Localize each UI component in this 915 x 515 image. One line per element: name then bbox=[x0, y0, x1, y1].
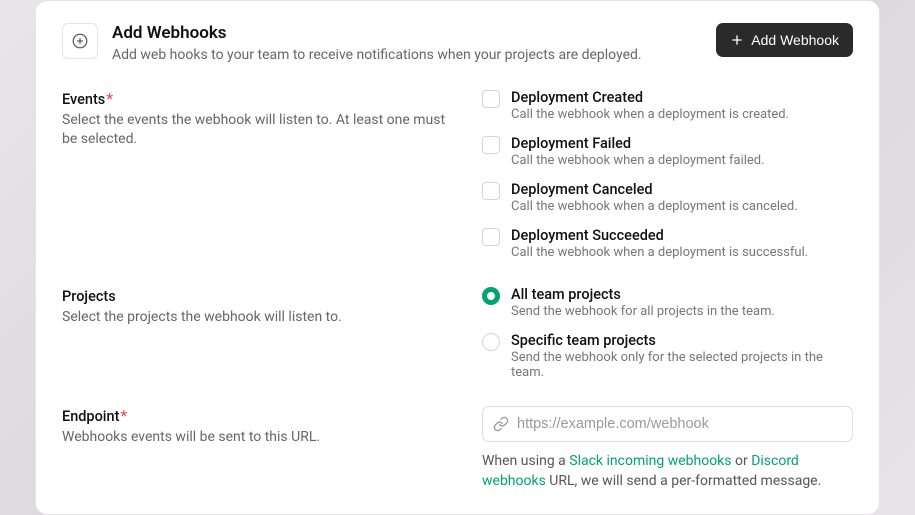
plus-icon bbox=[730, 33, 744, 47]
project-option-all[interactable]: All team projects Send the webhook for a… bbox=[482, 286, 853, 319]
hint-text: URL, we will send a per-formatted messag… bbox=[546, 473, 822, 489]
radio[interactable] bbox=[482, 287, 500, 305]
card-subtitle: Add web hooks to your team to receive no… bbox=[112, 47, 702, 63]
plus-circle-icon bbox=[62, 23, 98, 59]
endpoint-hint: When using a Slack incoming webhooks or … bbox=[482, 452, 853, 491]
events-label: Events bbox=[62, 91, 105, 108]
event-option-deployment-created[interactable]: Deployment Created Call the webhook when… bbox=[482, 89, 853, 122]
required-marker: * bbox=[120, 406, 127, 425]
option-label: All team projects bbox=[511, 286, 775, 303]
option-label: Deployment Succeeded bbox=[511, 227, 808, 244]
hint-text: When using a bbox=[482, 453, 569, 469]
checkbox[interactable] bbox=[482, 136, 500, 154]
card-header: Add Webhooks Add web hooks to your team … bbox=[62, 23, 853, 63]
hint-text: or bbox=[732, 453, 752, 469]
event-option-deployment-succeeded[interactable]: Deployment Succeeded Call the webhook wh… bbox=[482, 227, 853, 260]
event-option-deployment-failed[interactable]: Deployment Failed Call the webhook when … bbox=[482, 135, 853, 168]
option-desc: Call the webhook when a deployment is ca… bbox=[511, 199, 798, 214]
webhooks-card: Add Webhooks Add web hooks to your team … bbox=[35, 0, 880, 514]
endpoint-section: Endpoint* Webhooks events will be sent t… bbox=[62, 406, 853, 491]
add-webhook-label: Add Webhook bbox=[751, 32, 839, 48]
option-desc: Call the webhook when a deployment faile… bbox=[511, 153, 765, 168]
checkbox[interactable] bbox=[482, 182, 500, 200]
link-icon bbox=[493, 416, 509, 432]
endpoint-url-input[interactable] bbox=[482, 406, 853, 442]
add-webhook-button[interactable]: Add Webhook bbox=[716, 23, 853, 57]
option-label: Deployment Canceled bbox=[511, 181, 798, 198]
slack-webhooks-link[interactable]: Slack incoming webhooks bbox=[569, 453, 731, 469]
endpoint-label: Endpoint bbox=[62, 408, 119, 425]
events-section: Events* Select the events the webhook wi… bbox=[62, 89, 853, 260]
project-option-specific[interactable]: Specific team projects Send the webhook … bbox=[482, 332, 853, 380]
card-title: Add Webhooks bbox=[112, 23, 702, 43]
projects-options: All team projects Send the webhook for a… bbox=[482, 286, 853, 380]
projects-description: Select the projects the webhook will lis… bbox=[62, 308, 462, 327]
option-desc: Send the webhook for all projects in the… bbox=[511, 304, 775, 319]
events-options: Deployment Created Call the webhook when… bbox=[482, 89, 853, 260]
checkbox[interactable] bbox=[482, 228, 500, 246]
option-label: Specific team projects bbox=[511, 332, 853, 349]
projects-label: Projects bbox=[62, 288, 116, 305]
required-marker: * bbox=[106, 89, 113, 108]
projects-section: Projects Select the projects the webhook… bbox=[62, 286, 853, 380]
option-desc: Call the webhook when a deployment is su… bbox=[511, 245, 808, 260]
endpoint-description: Webhooks events will be sent to this URL… bbox=[62, 428, 462, 447]
event-option-deployment-canceled[interactable]: Deployment Canceled Call the webhook whe… bbox=[482, 181, 853, 214]
option-label: Deployment Created bbox=[511, 89, 789, 106]
radio[interactable] bbox=[482, 333, 500, 351]
option-label: Deployment Failed bbox=[511, 135, 765, 152]
checkbox[interactable] bbox=[482, 90, 500, 108]
option-desc: Call the webhook when a deployment is cr… bbox=[511, 107, 789, 122]
endpoint-input-wrap bbox=[482, 406, 853, 442]
events-description: Select the events the webhook will liste… bbox=[62, 111, 462, 149]
option-desc: Send the webhook only for the selected p… bbox=[511, 350, 853, 380]
